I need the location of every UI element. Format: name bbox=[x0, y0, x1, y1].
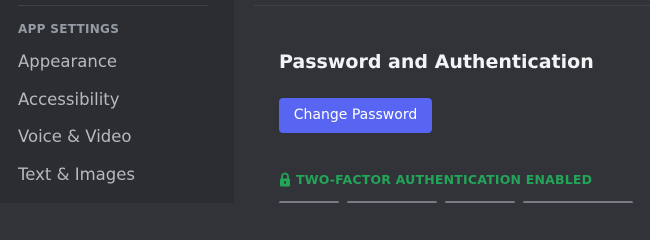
content-divider bbox=[254, 5, 650, 6]
section-header-app-settings: APP SETTINGS bbox=[18, 22, 120, 36]
sidebar-divider bbox=[18, 5, 208, 6]
two-factor-status-text: TWO-FACTOR AUTHENTICATION ENABLED bbox=[296, 172, 593, 187]
settings-sidebar: APP SETTINGS Appearance Accessibility Vo… bbox=[0, 0, 234, 203]
sidebar-item-voice-video[interactable]: Voice & Video bbox=[18, 127, 132, 146]
sidebar-item-accessibility[interactable]: Accessibility bbox=[18, 90, 120, 109]
sidebar-item-appearance[interactable]: Appearance bbox=[18, 52, 117, 71]
two-factor-status: TWO-FACTOR AUTHENTICATION ENABLED bbox=[279, 171, 592, 188]
truncated-description-text bbox=[279, 201, 633, 203]
lock-icon bbox=[279, 172, 291, 187]
page-title: Password and Authentication bbox=[279, 51, 594, 73]
settings-content: Password and Authentication Change Passw… bbox=[234, 0, 650, 203]
sidebar-item-text-images[interactable]: Text & Images bbox=[18, 165, 135, 184]
change-password-button[interactable]: Change Password bbox=[279, 98, 432, 133]
